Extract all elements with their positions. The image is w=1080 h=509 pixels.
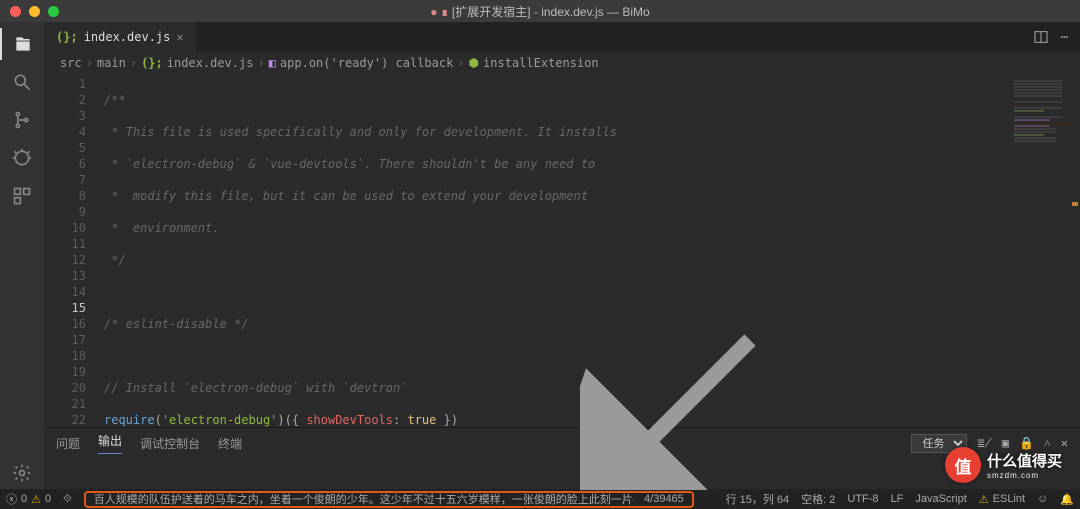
panel-tab-problems[interactable]: 问题: [56, 435, 80, 452]
brand-text: 什么值得买: [987, 453, 1062, 470]
breadcrumb[interactable]: src › main › (}; index.dev.js › ◧ app.on…: [44, 52, 1080, 74]
line-number-gutter: 1 2 3 4 5 6 7 8 9 10 11 12 13 14 15 16 1…: [44, 74, 104, 427]
more-actions-icon[interactable]: ⋯: [1061, 30, 1068, 44]
variable-icon: ⬢: [469, 56, 479, 70]
panel-tab-debug-console[interactable]: 调试控制台: [140, 435, 200, 452]
close-window-button[interactable]: [10, 6, 21, 17]
status-bell-icon[interactable]: 🔔: [1060, 493, 1074, 506]
method-icon: ◧: [269, 56, 276, 70]
status-line-col[interactable]: 行 15，列 64: [726, 491, 790, 507]
brand-subtext: smzdm.com: [987, 471, 1062, 480]
close-tab-icon[interactable]: ✕: [176, 30, 183, 44]
error-icon: ⓧ: [6, 491, 17, 507]
debug-icon[interactable]: [0, 142, 44, 174]
brand-watermark: 值 什么值得买 smzdm.com: [945, 447, 1062, 483]
minimize-window-button[interactable]: [29, 6, 40, 17]
breadcrumb-item[interactable]: installExtension: [483, 56, 599, 70]
search-icon[interactable]: [0, 66, 44, 98]
breadcrumb-item[interactable]: app.on('ready') callback: [280, 56, 453, 70]
novel-position: 4/39465: [644, 493, 684, 505]
tab-bar: (}; index.dev.js ✕ ⋯: [44, 22, 1080, 52]
window-title: ● ∎ [扩展开发宿主] - index.dev.js — BiMo: [0, 3, 1080, 20]
settings-gear-icon[interactable]: [0, 457, 44, 489]
traffic-lights: [0, 6, 59, 17]
status-encoding[interactable]: UTF-8: [847, 493, 878, 505]
bottom-panel: 问题 输出 调试控制台 终端 任务 ≣̸ ▣ 🔒 ˄ ✕: [44, 427, 1080, 489]
panel-tab-terminal[interactable]: 终端: [218, 435, 242, 452]
novel-reader-box[interactable]: 百人规模的队伍护送着的马车之内，坐着一个俊朗的少年。这少年不过十五六岁模样，一张…: [84, 491, 694, 508]
warning-icon: ⚠: [31, 493, 41, 506]
fullscreen-window-button[interactable]: [48, 6, 59, 17]
sync-icon[interactable]: ⟐: [63, 493, 72, 506]
status-indent[interactable]: 空格: 2: [801, 491, 835, 507]
editor-tab[interactable]: (}; index.dev.js ✕: [44, 22, 196, 52]
breadcrumb-item[interactable]: index.dev.js: [167, 56, 254, 70]
panel-tab-output[interactable]: 输出: [98, 432, 122, 454]
source-control-icon[interactable]: [0, 104, 44, 136]
code-area[interactable]: 1 2 3 4 5 6 7 8 9 10 11 12 13 14 15 16 1…: [44, 74, 1080, 427]
overview-ruler[interactable]: [1068, 74, 1080, 427]
window-title-text: [扩展开发宿主] - index.dev.js — BiMo: [452, 5, 650, 19]
breadcrumb-item[interactable]: src: [60, 56, 82, 70]
window-titlebar: ● ∎ [扩展开发宿主] - index.dev.js — BiMo: [0, 0, 1080, 22]
js-file-icon: (};: [56, 30, 78, 44]
status-feedback-icon[interactable]: ☺: [1037, 493, 1048, 505]
explorer-icon[interactable]: [0, 28, 44, 60]
status-bar: ⓧ0 ⚠0 ⟐ 百人规模的队伍护送着的马车之内，坐着一个俊朗的少年。这少年不过十…: [0, 489, 1080, 509]
panel-body[interactable]: [44, 458, 1080, 489]
panel-tabs: 问题 输出 调试控制台 终端 任务 ≣̸ ▣ 🔒 ˄ ✕: [44, 428, 1080, 458]
breadcrumb-item[interactable]: main: [97, 56, 126, 70]
activity-bar: [0, 22, 44, 489]
tab-actions: ⋯: [1033, 22, 1080, 52]
status-language[interactable]: JavaScript: [915, 493, 966, 505]
extensions-icon[interactable]: [0, 180, 44, 212]
status-problems[interactable]: ⓧ0 ⚠0: [6, 491, 51, 507]
editor-tab-label: index.dev.js: [84, 30, 171, 44]
main-area: (}; index.dev.js ✕ ⋯ src › main › (}; in…: [0, 22, 1080, 489]
js-file-icon: (};: [141, 56, 163, 70]
novel-text: 百人规模的队伍护送着的马车之内，坐着一个俊朗的少年。这少年不过十五六岁模样，一张…: [94, 491, 634, 507]
split-editor-icon[interactable]: [1033, 29, 1049, 45]
status-eol[interactable]: LF: [891, 493, 904, 505]
brand-circle-icon: 值: [945, 447, 981, 483]
editor-group: (}; index.dev.js ✕ ⋯ src › main › (}; in…: [44, 22, 1080, 489]
status-eslint[interactable]: ⚠ESLint: [979, 493, 1025, 506]
code-content[interactable]: /** * This file is used specifically and…: [104, 74, 1080, 427]
